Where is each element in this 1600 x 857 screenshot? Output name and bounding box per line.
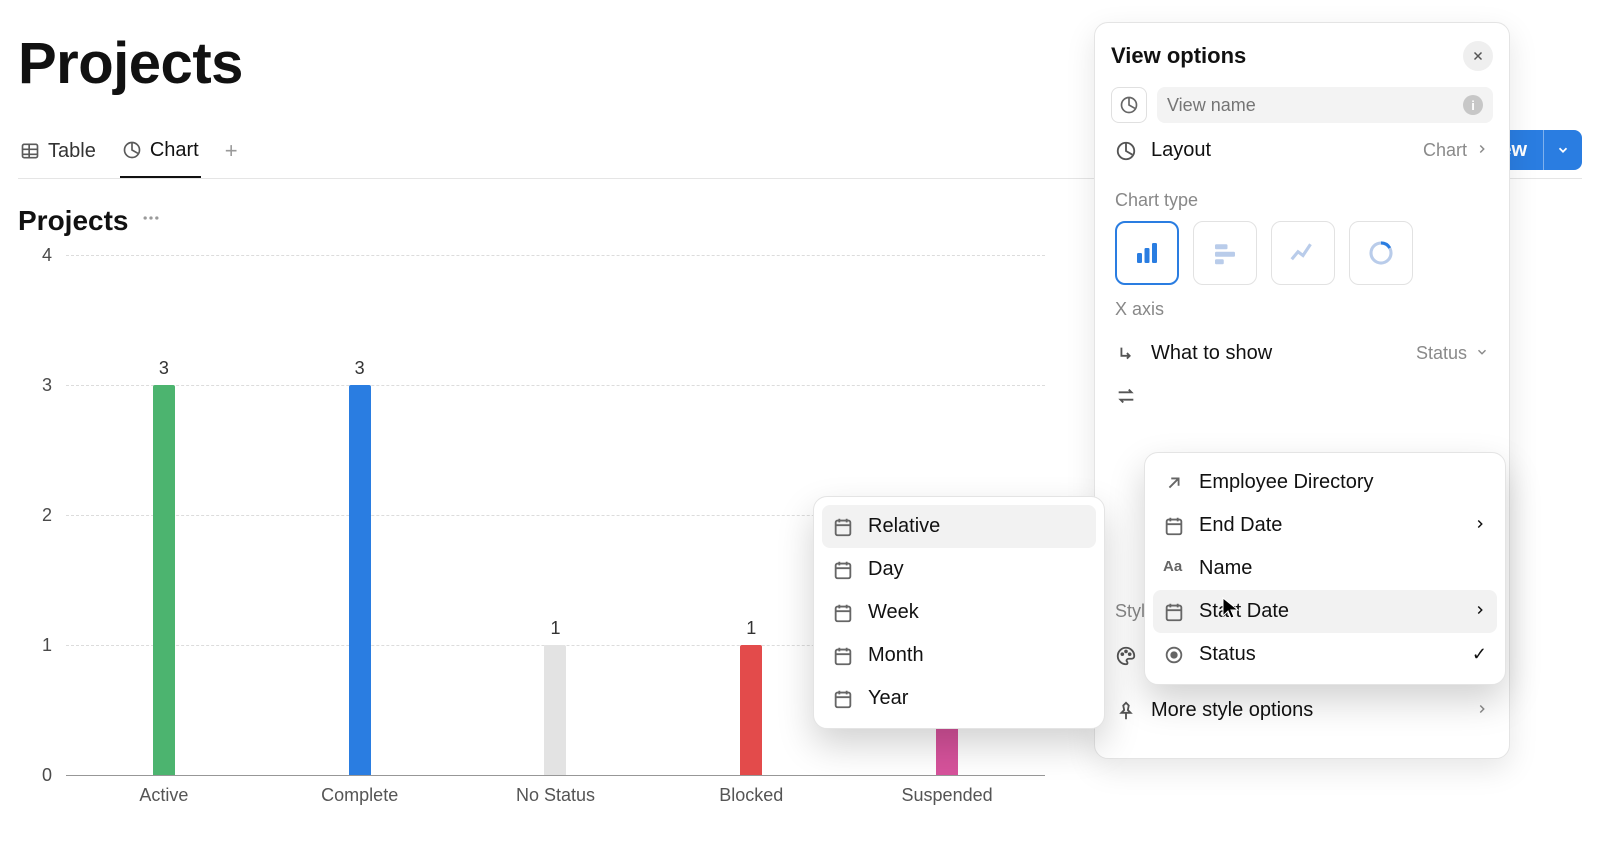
chart-type-horizontal-bar[interactable] bbox=[1193, 221, 1257, 285]
chart-type-row bbox=[1111, 217, 1493, 287]
chart-type-donut[interactable] bbox=[1349, 221, 1413, 285]
close-icon[interactable] bbox=[1463, 41, 1493, 71]
view-name-input-wrapper: i bbox=[1157, 87, 1493, 123]
tab-table[interactable]: Table bbox=[18, 134, 98, 177]
more-style-row[interactable]: More style options bbox=[1111, 683, 1493, 738]
bar[interactable] bbox=[740, 645, 762, 775]
menu-label: Year bbox=[868, 687, 908, 710]
relation-icon bbox=[1163, 472, 1185, 494]
date-year[interactable]: Year bbox=[822, 677, 1096, 720]
layout-icon bbox=[1115, 140, 1137, 162]
calendar-icon bbox=[832, 559, 854, 581]
add-view-button[interactable]: + bbox=[223, 132, 240, 178]
chevron-right-icon bbox=[1475, 700, 1489, 721]
layout-label: Layout bbox=[1151, 139, 1211, 162]
layout-row[interactable]: Layout Chart bbox=[1111, 123, 1493, 178]
check-icon: ✓ bbox=[1472, 644, 1487, 665]
bar-column: 3 bbox=[66, 255, 262, 775]
table-icon bbox=[20, 141, 40, 161]
date-week[interactable]: Week bbox=[822, 591, 1096, 634]
calendar-icon bbox=[832, 602, 854, 624]
calendar-icon bbox=[832, 645, 854, 667]
swap-icon bbox=[1115, 385, 1137, 407]
pin-icon bbox=[1115, 700, 1137, 722]
what-to-show-label: What to show bbox=[1151, 342, 1272, 365]
text-icon: Aa bbox=[1163, 558, 1185, 580]
view-name-input[interactable] bbox=[1167, 95, 1463, 116]
calendar-icon bbox=[1163, 601, 1185, 623]
y-tick: 2 bbox=[20, 505, 52, 526]
bar-value-label: 3 bbox=[355, 358, 365, 379]
bar-column: 1 bbox=[458, 255, 654, 775]
subtitle: Projects bbox=[18, 205, 129, 237]
date-relative[interactable]: Relative bbox=[822, 505, 1096, 548]
x-tick-label: Suspended bbox=[849, 785, 1045, 806]
calendar-icon bbox=[832, 688, 854, 710]
bar-value-label: 1 bbox=[550, 618, 560, 639]
field-label: Name bbox=[1199, 557, 1252, 580]
corner-arrow-icon bbox=[1115, 343, 1137, 365]
menu-label: Month bbox=[868, 644, 924, 667]
chevron-down-icon bbox=[1475, 343, 1489, 364]
x-tick-label: Blocked bbox=[653, 785, 849, 806]
info-icon[interactable]: i bbox=[1463, 95, 1483, 115]
tab-chart-label: Chart bbox=[150, 139, 199, 162]
field-label: Start Date bbox=[1199, 600, 1289, 623]
x-axis-section: X axis bbox=[1111, 299, 1493, 326]
field-start-date[interactable]: Start Date bbox=[1153, 590, 1497, 633]
palette-icon bbox=[1115, 645, 1137, 667]
bar[interactable] bbox=[153, 385, 175, 775]
y-tick: 1 bbox=[20, 635, 52, 656]
y-tick: 4 bbox=[20, 245, 52, 266]
x-tick-label: No Status bbox=[458, 785, 654, 806]
calendar-icon bbox=[1163, 515, 1185, 537]
field-status[interactable]: Status ✓ bbox=[1153, 633, 1497, 676]
x-axis-labels: ActiveCompleteNo StatusBlockedSuspended bbox=[66, 785, 1045, 806]
date-day[interactable]: Day bbox=[822, 548, 1096, 591]
calendar-icon bbox=[832, 516, 854, 538]
chevron-right-icon bbox=[1473, 600, 1487, 623]
field-name[interactable]: Aa Name bbox=[1153, 547, 1497, 590]
chart-type-bar[interactable] bbox=[1115, 221, 1179, 285]
bar[interactable] bbox=[544, 645, 566, 775]
x-tick-label: Complete bbox=[262, 785, 458, 806]
subtitle-more-icon[interactable] bbox=[141, 208, 161, 234]
bar-value-label: 3 bbox=[159, 358, 169, 379]
tab-chart[interactable]: Chart bbox=[120, 133, 201, 178]
menu-label: Week bbox=[868, 601, 919, 624]
bar-column: 3 bbox=[262, 255, 458, 775]
date-month[interactable]: Month bbox=[822, 634, 1096, 677]
field-label: End Date bbox=[1199, 514, 1282, 537]
layout-value: Chart bbox=[1423, 140, 1467, 161]
view-icon-button[interactable] bbox=[1111, 87, 1147, 123]
menu-label: Day bbox=[868, 558, 904, 581]
x-axis-field-menu: Employee Directory End Date Aa Name Star… bbox=[1144, 452, 1506, 685]
what-to-show-row[interactable]: What to show Status bbox=[1111, 326, 1493, 381]
field-label: Status bbox=[1199, 643, 1256, 666]
view-options-title: View options bbox=[1111, 43, 1246, 69]
what-to-show-value: Status bbox=[1416, 343, 1467, 364]
more-style-label: More style options bbox=[1151, 699, 1313, 722]
chart-type-line[interactable] bbox=[1271, 221, 1335, 285]
chevron-right-icon bbox=[1475, 140, 1489, 161]
chart-type-section: Chart type bbox=[1111, 190, 1493, 217]
menu-label: Relative bbox=[868, 515, 940, 538]
y-axis: 4 3 2 1 0 bbox=[20, 255, 52, 775]
bar[interactable] bbox=[349, 385, 371, 775]
new-button-dropdown[interactable] bbox=[1543, 130, 1582, 170]
y-tick: 0 bbox=[20, 765, 52, 786]
tab-table-label: Table bbox=[48, 140, 96, 163]
bar-value-label: 1 bbox=[746, 618, 756, 639]
swap-axes-row[interactable] bbox=[1111, 381, 1493, 411]
chart-tab-icon bbox=[122, 140, 142, 160]
chevron-right-icon bbox=[1473, 514, 1487, 537]
y-tick: 3 bbox=[20, 375, 52, 396]
status-icon bbox=[1163, 644, 1185, 666]
field-employee-directory[interactable]: Employee Directory bbox=[1153, 461, 1497, 504]
date-granularity-menu: Relative Day Week Month Year bbox=[813, 496, 1105, 729]
field-label: Employee Directory bbox=[1199, 471, 1374, 494]
x-tick-label: Active bbox=[66, 785, 262, 806]
field-end-date[interactable]: End Date bbox=[1153, 504, 1497, 547]
